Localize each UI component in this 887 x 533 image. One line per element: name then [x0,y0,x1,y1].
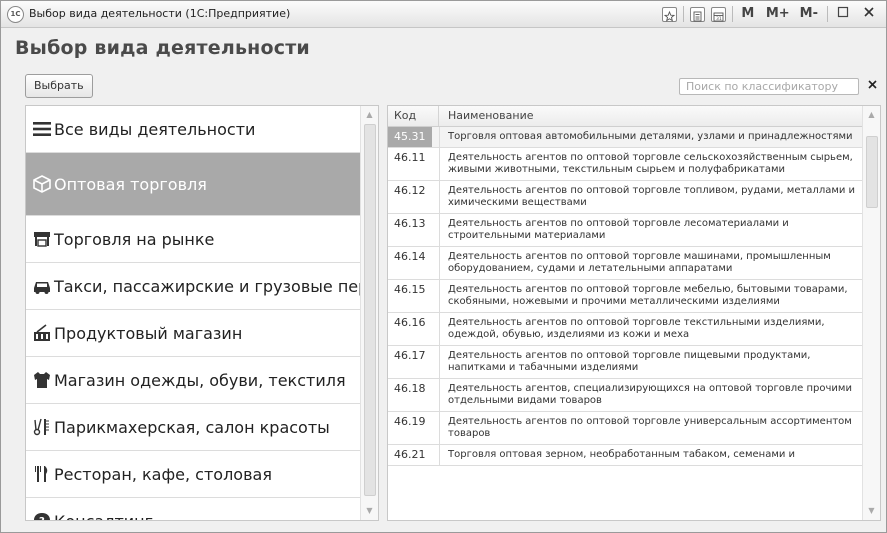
memory-minus-button[interactable]: M- [797,5,821,23]
table-row[interactable]: 46.19 Деятельность агентов по оптовой тор… [388,412,863,445]
row-code: 46.14 [394,250,426,263]
scroll-down-icon[interactable]: ▼ [863,504,880,518]
table-row[interactable]: 46.16 Деятельность агентов по оптовой тор… [388,313,863,346]
svg-text:31: 31 [716,16,722,22]
title-bar-toolbar: 31 M M+ M- [656,4,880,24]
memory-m-button[interactable]: M [737,5,759,23]
activity-item-label: Продуктовый магазин [54,323,243,343]
classifier-table: Код Наименование 45.31 Торговля оптовая а… [387,105,881,521]
table-row[interactable]: 46.13 Деятельность агентов по оптовой тор… [388,214,863,247]
app-window: 1С Выбор вида деятельности (1С:Предприят… [0,0,887,533]
row-name: Деятельность агентов по оптовой торговле… [439,214,863,246]
page-title: Выбор вида деятельности [15,37,310,59]
car-icon [32,276,52,296]
row-name: Торговля оптовая автомобильными деталями… [439,127,863,147]
activity-item-label: Парикмахерская, салон красоты [54,417,330,437]
favorite-star-icon[interactable] [661,6,677,22]
svg-text:?: ? [39,516,45,520]
table-row[interactable]: 46.14 Деятельность агентов по оптовой тор… [388,247,863,280]
select-button[interactable]: Выбрать [25,74,93,98]
column-divider [438,106,439,126]
question-bubble-icon: ? [32,511,52,520]
table-row[interactable]: 45.31 Торговля оптовая автомобильными дет… [388,127,863,148]
activity-item-label: Торговля на рынке [54,229,215,249]
activity-item[interactable]: Ресторан, кафе, столовая [26,451,360,498]
activity-item-label: Все виды деятельности [54,119,256,139]
row-code: 46.13 [394,217,426,230]
table-row[interactable]: 46.11 Деятельность агентов по оптовой тор… [388,148,863,181]
toolbar-divider [731,6,733,22]
clothes-icon [32,370,52,390]
activity-item[interactable]: Продуктовый магазин [26,310,360,357]
row-name: Деятельность агентов по оптовой торговле… [439,148,863,180]
row-code: 46.12 [394,184,426,197]
activity-item[interactable]: Торговля на рынке [26,216,360,263]
activity-item[interactable]: Такси, пассажирские и грузовые перевс [26,263,360,310]
left-scrollbar[interactable]: ▲ ▼ [360,106,378,520]
row-name: Торговля оптовая зерном, необработанным … [439,445,863,465]
row-code: 46.18 [394,382,426,395]
scroll-up-icon[interactable]: ▲ [361,108,378,122]
activity-type-list: Все виды деятельности Оптовая торговля Тор… [25,105,379,521]
row-code: 46.11 [394,151,426,164]
box-icon [32,174,52,194]
row-name: Деятельность агентов по оптовой торговле… [439,412,863,444]
maximize-icon[interactable] [832,5,854,23]
table-rows: 45.31 Торговля оптовая автомобильными дет… [388,127,863,466]
row-name: Деятельность агентов по оптовой торговле… [439,247,863,279]
activity-type-items: Все виды деятельности Оптовая торговля Тор… [26,106,360,520]
search-clear-icon[interactable] [864,78,880,95]
market-stall-icon [32,229,52,249]
calendar-icon[interactable]: 31 [710,6,726,22]
activity-item[interactable]: Магазин одежды, обуви, текстиля [26,357,360,404]
table-row[interactable]: 46.15 Деятельность агентов по оптовой тор… [388,280,863,313]
scroll-up-icon[interactable]: ▲ [863,108,880,122]
table-scrollbar[interactable]: ▲ ▼ [862,106,880,520]
row-name: Деятельность агентов по оптовой торговле… [439,181,863,213]
search-input[interactable] [679,78,859,95]
table-row[interactable]: 46.17 Деятельность агентов по оптовой тор… [388,346,863,379]
row-name: Деятельность агентов по оптовой торговле… [439,313,863,345]
toolbar-divider [827,6,828,22]
row-name: Деятельность агентов по оптовой торговле… [439,346,863,378]
column-header-code[interactable]: Код [394,109,416,122]
close-icon[interactable] [858,5,880,23]
scroll-thumb[interactable] [364,124,376,496]
scroll-down-icon[interactable]: ▼ [361,504,378,518]
activity-item-label: Консалтинг [54,512,153,521]
row-code: 46.21 [394,448,426,461]
activity-item[interactable]: Все виды деятельности [26,106,360,153]
title-bar: 1С Выбор вида деятельности (1С:Предприят… [1,1,886,28]
toolbar-divider [682,6,684,22]
row-code: 46.19 [394,415,426,428]
memory-plus-button[interactable]: M+ [763,5,793,23]
row-code: 46.15 [394,283,426,296]
fork-knife-icon [32,464,52,484]
table-row[interactable]: 46.12 Деятельность агентов по оптовой тор… [388,181,863,214]
activity-item-label: Оптовая торговля [54,174,207,194]
activity-item-label: Такси, пассажирские и грузовые перевс [54,276,360,296]
activity-item[interactable]: ? Консалтинг [26,498,360,520]
column-header-name[interactable]: Наименование [448,109,533,122]
table-header: Код Наименование [388,106,863,127]
row-name: Деятельность агентов по оптовой торговле… [439,280,863,312]
activity-item-label: Магазин одежды, обуви, текстиля [54,370,346,390]
scroll-thumb[interactable] [866,136,878,208]
app-logo-icon[interactable]: 1С [7,6,24,23]
row-code: 46.16 [394,316,426,329]
shop-basket-icon [32,323,52,343]
list-icon [32,119,52,139]
calculator-icon[interactable] [689,6,705,22]
row-name: Деятельность агентов, специализирующихся… [439,379,863,411]
row-code: 45.31 [388,127,432,147]
activity-item[interactable]: Парикмахерская, салон красоты [26,404,360,451]
scissors-comb-icon [32,417,52,437]
window-title: Выбор вида деятельности (1С:Предприятие) [29,7,291,20]
row-code: 46.17 [394,349,426,362]
activity-item[interactable]: Оптовая торговля [26,153,360,216]
activity-item-label: Ресторан, кафе, столовая [54,464,272,484]
table-row[interactable]: 46.18 Деятельность агентов, специализирую… [388,379,863,412]
table-row[interactable]: 46.21 Торговля оптовая зерном, необработа… [388,445,863,466]
